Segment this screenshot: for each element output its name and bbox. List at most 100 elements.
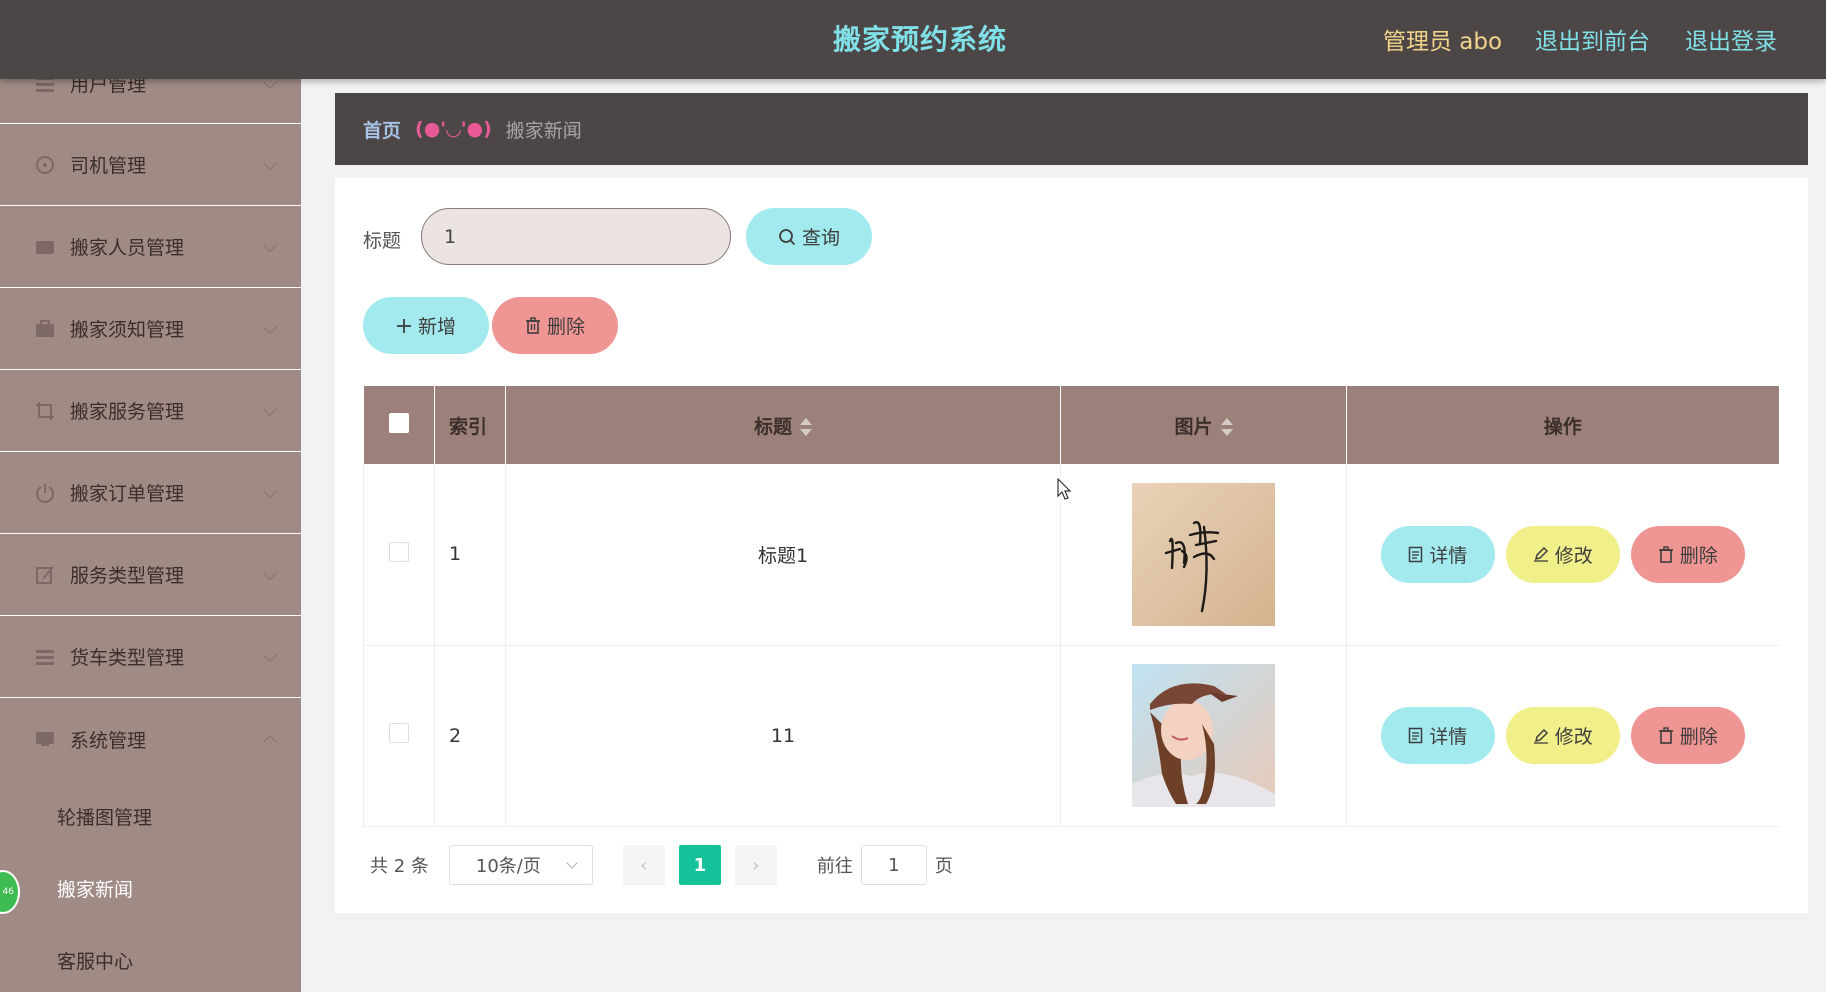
page-number-button[interactable]: 1 [678, 845, 721, 885]
sidebar: 用户管理 司机管理 搬家人员管理 搬家须知管理 搬家服务管理 搬家订单管理 服务… [0, 0, 301, 992]
sort-icon[interactable] [800, 418, 812, 436]
chevron-right-icon: › [752, 854, 760, 876]
page-size-select[interactable]: 10条/页 [448, 845, 593, 885]
delete-button[interactable]: 删除 [1630, 707, 1745, 764]
breadcrumb-home[interactable]: 首页 [363, 116, 401, 143]
query-button[interactable]: 查询 [746, 208, 872, 265]
sidebar-subitem-customer-service[interactable]: 客服中心 [0, 924, 301, 992]
sidebar-subitem-label: 搬家新闻 [57, 878, 134, 901]
next-page-button[interactable]: › [734, 845, 777, 885]
sidebar-item-label: 系统管理 [70, 729, 147, 752]
delete-button[interactable]: 删除 [1630, 525, 1745, 583]
sort-icon[interactable] [1220, 418, 1233, 436]
edit-button[interactable]: 修改 [1505, 525, 1620, 583]
row-index: 2 [434, 645, 506, 827]
row-checkbox[interactable] [389, 541, 409, 562]
admin-label: 管理员 abo [1383, 29, 1503, 55]
sidebar-subitem-label: 轮播图管理 [57, 806, 153, 829]
table-row: 2 11 详情 修改 删除 [363, 645, 1779, 827]
truck-icon [34, 646, 56, 668]
sidebar-item-label: 搬家人员管理 [70, 237, 185, 259]
row-image-cell [1060, 645, 1347, 827]
sidebar-item-label: 搬家须知管理 [70, 319, 185, 341]
chevron-down-icon [262, 401, 278, 416]
sidebar-item-notices[interactable]: 搬家须知管理 [0, 288, 301, 370]
row-title: 11 [505, 645, 1061, 827]
staff-icon [34, 236, 56, 258]
chevron-down-icon [262, 237, 278, 252]
detail-button[interactable]: 详情 [1380, 525, 1495, 583]
portrait-image[interactable] [1132, 664, 1275, 807]
header-ops: 操作 [1346, 386, 1779, 464]
sidebar-item-services[interactable]: 搬家服务管理 [0, 370, 301, 452]
sidebar-item-label: 服务类型管理 [70, 565, 185, 587]
sidebar-subitem-label: 客服中心 [57, 950, 134, 973]
batch-delete-button-label: 删除 [546, 316, 585, 338]
type-icon [34, 564, 56, 586]
news-table: 索引 标题 图片 操作 1 标题1 详情 修改 删除 2 11 详情 修改 删除 [363, 386, 1779, 827]
search-title-input[interactable] [421, 208, 731, 265]
header-select-all[interactable] [363, 386, 435, 464]
service-icon [34, 400, 56, 422]
content-panel: 标题 查询 新增 删除 索引 标题 图片 操作 [335, 178, 1808, 913]
row-checkbox[interactable] [389, 723, 409, 743]
document-icon [1408, 727, 1423, 744]
sidebar-item-truck-types[interactable]: 货车类型管理 [0, 616, 301, 698]
chevron-down-icon [262, 483, 278, 498]
plus-icon [396, 318, 412, 334]
top-header: 搬家预约系统 管理员 abo 退出到前台 退出登录 [0, 0, 1826, 79]
row-ops: 详情 修改 删除 [1346, 464, 1779, 646]
chevron-down-icon [262, 319, 278, 334]
sidebar-item-orders[interactable]: 搬家订单管理 [0, 452, 301, 534]
header-index: 索引 [434, 386, 506, 464]
add-button-label: 新增 [417, 316, 456, 338]
sidebar-item-label: 搬家订单管理 [70, 483, 185, 505]
detail-button[interactable]: 详情 [1380, 707, 1495, 764]
sidebar-item-label: 搬家服务管理 [70, 401, 185, 423]
chevron-down-icon [262, 565, 278, 580]
order-icon [34, 482, 56, 504]
system-icon [34, 728, 56, 750]
row-index: 1 [434, 464, 506, 646]
query-button-label: 查询 [801, 227, 840, 249]
goto-page-input[interactable] [860, 845, 927, 885]
breadcrumb: 首页 (●'◡'●) 搬家新闻 [335, 93, 1808, 165]
edit-button-label: 修改 [1554, 544, 1593, 567]
sidebar-subitem-news[interactable]: 搬家新闻 [0, 852, 301, 924]
row-select[interactable] [363, 464, 435, 646]
table-header-row: 索引 标题 图片 操作 [363, 386, 1779, 464]
delete-button-label: 删除 [1679, 726, 1718, 748]
sidebar-item-staff[interactable]: 搬家人员管理 [0, 206, 301, 288]
logout-link[interactable]: 退出登录 [1685, 22, 1777, 56]
driver-icon [34, 154, 56, 176]
header-image[interactable]: 图片 [1060, 386, 1347, 464]
page-size-value: 10条/页 [475, 856, 541, 877]
breadcrumb-separator: (●'◡'●) [415, 118, 492, 140]
signature-image[interactable] [1132, 482, 1275, 626]
badge-count: 46 [2, 887, 14, 897]
chevron-up-icon [262, 734, 278, 750]
sidebar-item-service-types[interactable]: 服务类型管理 [0, 534, 301, 616]
batch-delete-button[interactable]: 删除 [492, 297, 618, 354]
edit-button[interactable]: 修改 [1505, 707, 1620, 764]
prev-page-button[interactable]: ‹ [622, 845, 665, 885]
sidebar-item-label: 货车类型管理 [70, 647, 185, 669]
notice-icon [34, 318, 56, 340]
pencil-icon [1533, 728, 1549, 744]
chevron-left-icon: ‹ [640, 854, 648, 876]
header-title[interactable]: 标题 [505, 386, 1061, 464]
detail-button-label: 详情 [1429, 544, 1468, 567]
sidebar-item-system[interactable]: 系统管理 [0, 698, 301, 780]
exit-to-front-link[interactable]: 退出到前台 [1535, 22, 1650, 56]
chevron-down-icon [262, 155, 278, 170]
sidebar-item-drivers[interactable]: 司机管理 [0, 124, 301, 206]
row-select[interactable] [363, 645, 435, 827]
pagination: 共 2 条 10条/页 ‹ 1 › 前往 页 [370, 845, 953, 885]
add-button[interactable]: 新增 [363, 297, 489, 354]
select-all-checkbox[interactable] [388, 412, 409, 433]
delete-button-label: 删除 [1679, 544, 1718, 567]
sidebar-subitem-carousel[interactable]: 轮播图管理 [0, 780, 301, 852]
row-title: 标题1 [505, 464, 1061, 646]
pagination-total: 共 2 条 [370, 856, 429, 877]
document-icon [1408, 546, 1423, 563]
